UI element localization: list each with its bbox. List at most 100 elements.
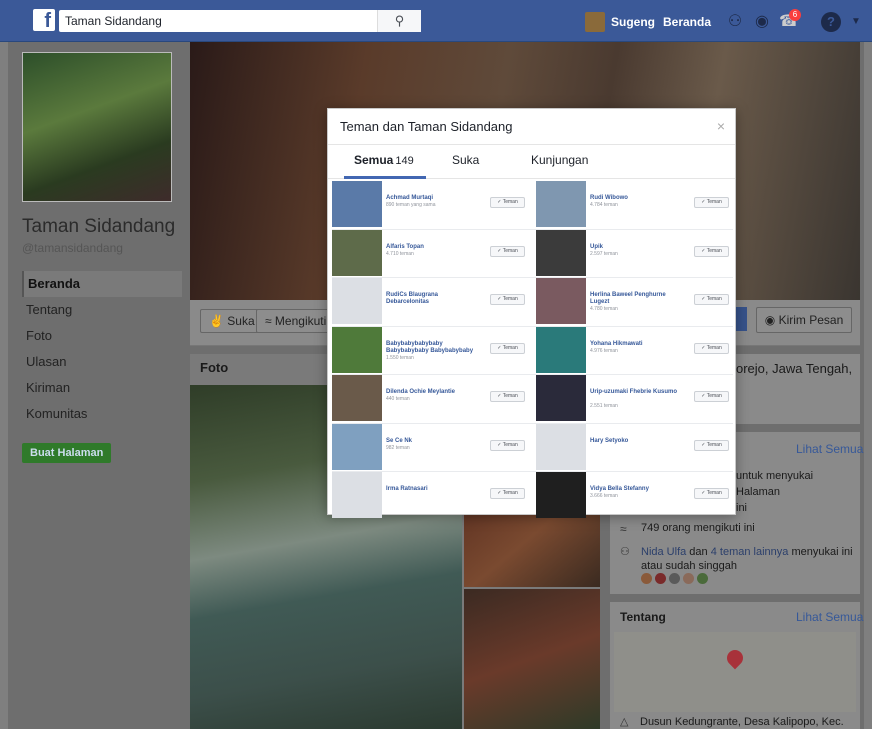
friend-status-button[interactable]: ✓ Teman — [490, 488, 525, 499]
followers-count: 749 orang mengikuti ini — [641, 522, 755, 534]
friend-status-button[interactable]: ✓ Teman — [694, 342, 729, 354]
friend-name[interactable]: Yohana Hikmawati — [590, 341, 680, 348]
dialog-header: Teman dan Taman Sidandang × — [328, 109, 735, 145]
sidebar-item-foto[interactable]: Foto — [22, 323, 182, 349]
list-item: Babybabybabybaby Babybabybaby Babybabyba… — [332, 326, 531, 373]
friend-name[interactable]: Achmad Murtaqi — [386, 195, 476, 202]
friend-name[interactable]: Upik — [590, 244, 680, 251]
page-profile-picture[interactable] — [22, 52, 172, 202]
search-button[interactable]: ⚲ — [377, 10, 421, 32]
sidebar-item-ulasan[interactable]: Ulasan — [22, 349, 182, 375]
create-page-button[interactable]: Buat Halaman — [22, 443, 112, 463]
send-message-label: Kirim Pesan — [778, 313, 844, 327]
friend-avatar[interactable] — [332, 181, 382, 227]
close-icon[interactable]: × — [717, 118, 725, 134]
friend-avatar[interactable] — [332, 423, 382, 470]
friend-status-button[interactable]: ✓ Teman — [694, 488, 729, 499]
friend-name[interactable]: Se Ce Nk — [386, 438, 476, 445]
friend-name[interactable]: Rudi Wibowo — [590, 195, 680, 202]
friend-name[interactable]: Herlina Baweel Penghurne Lugezt — [590, 292, 680, 306]
tab-all-label: Semua — [354, 153, 394, 167]
friend-status-button[interactable]: ✓ Teman — [694, 245, 729, 257]
friend-avatar[interactable] — [536, 229, 586, 276]
friend-avatar[interactable] — [332, 472, 382, 518]
friend-name[interactable]: Babybabybabybaby Babybabybaby Babybabyba… — [386, 341, 476, 355]
follow-button[interactable]: ≈ Mengikuti — [256, 309, 336, 333]
friend-avatar[interactable] — [536, 375, 586, 421]
facebook-logo-icon[interactable]: f — [33, 9, 55, 32]
friend-name[interactable]: Dilenda Ochie Meylantie — [386, 389, 476, 396]
community-see-all-link[interactable]: Lihat Semua — [796, 442, 863, 456]
send-message-button[interactable]: ◉ Kirim Pesan — [756, 307, 852, 333]
messages-icon[interactable]: ◉ — [752, 12, 772, 32]
sidebar-item-kiriman[interactable]: Kiriman — [22, 375, 182, 401]
friend-name[interactable]: Irma Ratnasari — [386, 486, 476, 493]
list-item: Se Ce Nk 982 teman ✓ Teman — [332, 423, 531, 470]
notification-badge: 6 — [789, 9, 801, 21]
friend-status-button[interactable]: ✓ Teman — [694, 294, 729, 305]
friend-name[interactable]: Hary Setyoko — [590, 438, 680, 445]
chevron-down-icon[interactable]: ▼ — [846, 12, 866, 32]
friend-avatar[interactable] — [536, 423, 586, 470]
friend-avatar[interactable] — [536, 278, 586, 324]
friend-link[interactable]: Nida Ulfa — [641, 546, 686, 558]
more-friends-link[interactable]: 4 teman lainnya — [711, 546, 789, 558]
friend-status-button[interactable]: ✓ Teman — [490, 245, 525, 257]
friend-avatar[interactable] — [536, 326, 586, 373]
top-navigation-bar: f ⚲ Sugeng Beranda ⚇ ◉ ☎ 6 ? ▼ — [0, 0, 872, 42]
friend-status-button[interactable]: ✓ Teman — [490, 342, 525, 354]
location-icon: △ — [620, 716, 629, 728]
friend-status-button[interactable]: ✓ Teman — [694, 439, 729, 451]
follow-button-label: Mengikuti — [274, 314, 327, 328]
avatar[interactable] — [641, 573, 652, 584]
avatar[interactable] — [683, 573, 694, 584]
friend-status-button[interactable]: ✓ Teman — [490, 294, 525, 305]
search-input[interactable] — [59, 10, 379, 32]
location-text: orejo, Jawa Tengah, — [736, 361, 853, 376]
user-avatar — [585, 12, 605, 32]
friend-status-button[interactable]: ✓ Teman — [490, 439, 525, 451]
nav-profile-link[interactable]: Sugeng — [585, 12, 655, 32]
avatar[interactable] — [655, 573, 666, 584]
nav-home-link[interactable]: Beranda — [663, 15, 711, 29]
about-title[interactable]: Tentang — [620, 610, 666, 624]
friend-avatar[interactable] — [332, 375, 382, 421]
avatar[interactable] — [669, 573, 680, 584]
list-item: Upik 2.597 teman ✓ Teman — [536, 229, 735, 276]
friend-status-button[interactable]: ✓ Teman — [694, 197, 729, 208]
location-map[interactable] — [614, 632, 856, 712]
friend-mutual-count: 890 teman yang sama — [386, 202, 436, 208]
page-handle[interactable]: @tamansidandang — [22, 241, 182, 255]
sidebar-item-beranda[interactable]: Beranda — [22, 271, 182, 297]
like-button[interactable]: ✌ Suka — [200, 309, 264, 333]
like-button-label: Suka — [227, 314, 255, 328]
friend-name[interactable]: Vidya Bella Stefanny — [590, 486, 680, 493]
tab-visits[interactable]: Kunjungan — [531, 153, 588, 167]
friends-dialog: Teman dan Taman Sidandang × Semua 149 Suk… — [327, 108, 736, 518]
avatar[interactable] — [697, 573, 708, 584]
friend-avatar[interactable] — [332, 278, 382, 324]
friend-avatar[interactable] — [332, 229, 382, 276]
friend-avatar[interactable] — [536, 472, 586, 518]
friend-name[interactable]: Urip-uzumaki Fhebrie Kusumo — [590, 389, 680, 396]
tab-likes[interactable]: Suka — [452, 153, 479, 167]
friend-name[interactable]: RudiCs Blaugrana Debarcelonitas — [386, 292, 476, 306]
page-title[interactable]: Taman Sidandang — [22, 216, 182, 238]
friend-name[interactable]: Alfaris Topan — [386, 244, 476, 251]
address-text: Dusun Kedungrante, Desa Kalipopo, Kec. — [640, 716, 844, 728]
friend-status-button[interactable]: ✓ Teman — [490, 197, 525, 208]
sidebar-item-komunitas[interactable]: Komunitas — [22, 401, 182, 427]
sidebar-item-tentang[interactable]: Tentang — [22, 297, 182, 323]
tab-all[interactable]: Semua 149 — [354, 153, 414, 167]
friend-status-button[interactable]: ✓ Teman — [694, 391, 729, 402]
help-icon[interactable]: ? — [821, 12, 841, 32]
friend-avatar[interactable] — [332, 326, 382, 373]
photos-title[interactable]: Foto — [200, 360, 228, 375]
friend-mutual-count: 1.550 teman — [386, 354, 414, 361]
friend-requests-icon[interactable]: ⚇ — [725, 12, 745, 32]
friend-status-button[interactable]: ✓ Teman — [490, 391, 525, 402]
friend-avatar[interactable] — [536, 181, 586, 227]
friend-mutual-count: 4.784 teman — [590, 202, 618, 208]
photo-thumbnail[interactable] — [464, 589, 600, 729]
about-see-all-link[interactable]: Lihat Semua — [796, 610, 863, 624]
